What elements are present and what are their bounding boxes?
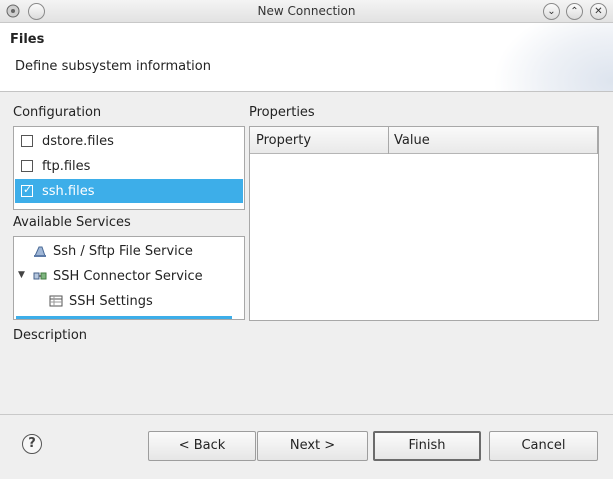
config-item-ssh[interactable]: ✓ ssh.files xyxy=(15,179,243,203)
properties-label: Properties xyxy=(249,105,315,120)
tree-item-connector-service[interactable]: SSH Connector Service xyxy=(33,264,203,288)
config-item-label: ssh.files xyxy=(42,183,95,199)
checkbox-ssh[interactable]: ✓ xyxy=(21,183,33,197)
tree-item-sftp-service[interactable]: Ssh / Sftp File Service xyxy=(33,239,193,263)
tree-item-ssh-settings[interactable]: SSH Settings xyxy=(49,289,153,313)
configuration-list[interactable]: dstore.files ftp.files ✓ ssh.files xyxy=(13,126,245,210)
checkmark-icon: ✓ xyxy=(23,183,33,196)
header-banner-graphic xyxy=(493,23,613,91)
checkbox-ftp[interactable] xyxy=(21,160,33,172)
tree-item-label: SSH Connector Service xyxy=(53,268,203,284)
cancel-button[interactable]: Cancel xyxy=(489,431,598,461)
button-bar-separator xyxy=(0,414,613,415)
services-tree[interactable]: Ssh / Sftp File Service ▼ SSH Connector … xyxy=(13,236,245,320)
tree-item-label: Ssh / Sftp File Service xyxy=(53,243,193,259)
properties-table-header: Property Value xyxy=(250,127,598,154)
column-divider[interactable] xyxy=(597,127,598,154)
window-title: New Connection xyxy=(257,4,356,18)
configuration-label: Configuration xyxy=(13,105,102,120)
window-titlebar: New Connection ⌄ ⌃ ✕ xyxy=(0,0,613,23)
connector-icon xyxy=(33,272,47,280)
tree-item-label: SSH Settings xyxy=(69,293,153,309)
next-button[interactable]: Next > xyxy=(257,431,368,461)
description-label: Description xyxy=(13,328,88,343)
wizard-header: Files Define subsystem information xyxy=(0,23,613,92)
config-item-label: ftp.files xyxy=(42,158,91,174)
help-button[interactable]: ? xyxy=(22,434,42,454)
column-divider[interactable] xyxy=(388,127,389,154)
column-header-property[interactable]: Property xyxy=(256,133,311,148)
back-button[interactable]: < Back xyxy=(148,431,256,461)
maximize-button[interactable]: ⌃ xyxy=(566,3,583,20)
available-services-label: Available Services xyxy=(13,215,131,230)
file-service-icon xyxy=(34,246,46,257)
expand-toggle-icon[interactable]: ▼ xyxy=(18,270,25,280)
close-button[interactable]: ✕ xyxy=(590,3,607,20)
config-item-ftp[interactable]: ftp.files xyxy=(15,154,243,178)
settings-table-icon xyxy=(49,295,63,307)
page-description: Define subsystem information xyxy=(15,59,211,74)
finish-button[interactable]: Finish xyxy=(373,431,481,461)
properties-table[interactable]: Property Value xyxy=(249,126,599,321)
horizontal-scrollbar[interactable] xyxy=(16,316,232,319)
config-item-label: dstore.files xyxy=(42,133,114,149)
checkbox-dstore[interactable] xyxy=(21,135,33,147)
config-item-dstore[interactable]: dstore.files xyxy=(15,129,243,153)
minimize-button[interactable]: ⌄ xyxy=(543,3,560,20)
page-title: Files xyxy=(10,32,45,47)
column-header-value[interactable]: Value xyxy=(394,133,430,148)
